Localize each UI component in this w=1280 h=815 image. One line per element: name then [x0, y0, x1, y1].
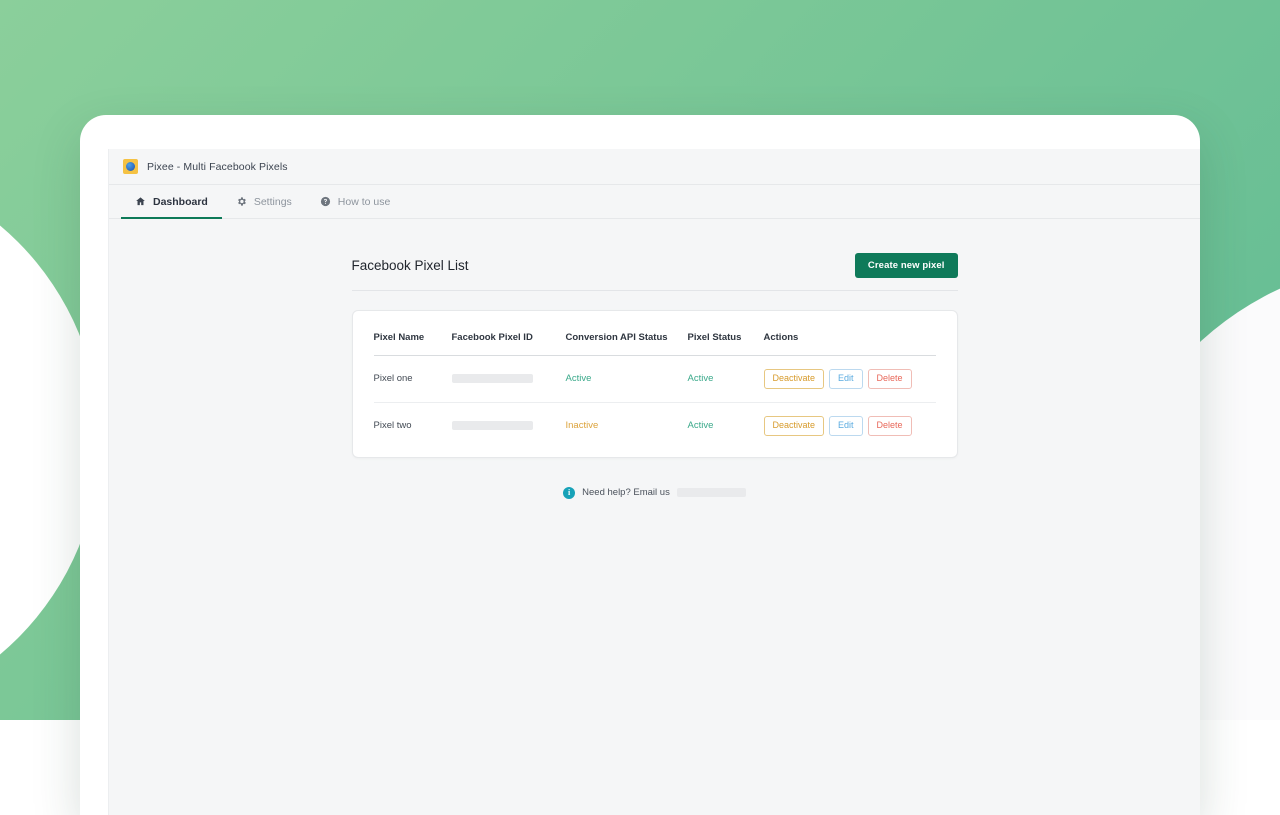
- cell-conversion-api-status: Inactive: [566, 402, 688, 456]
- tab-dashboard-label: Dashboard: [153, 196, 208, 208]
- cell-facebook-pixel-id: [452, 402, 566, 456]
- cell-pixel-status: Active: [688, 356, 764, 403]
- delete-button[interactable]: Delete: [868, 416, 912, 436]
- pixee-app-icon: [123, 159, 138, 174]
- cell-facebook-pixel-id: [452, 356, 566, 403]
- table-row: Pixel one Active Active Deactivate Edit: [374, 356, 936, 403]
- info-icon: i: [563, 487, 575, 499]
- delete-button[interactable]: Delete: [868, 369, 912, 389]
- page-content: Facebook Pixel List Create new pixel Pix…: [109, 220, 1200, 815]
- cell-pixel-status: Active: [688, 402, 764, 456]
- page-title: Facebook Pixel List: [352, 258, 469, 273]
- table-header-row: Pixel Name Facebook Pixel ID Conversion …: [374, 311, 936, 356]
- deactivate-button[interactable]: Deactivate: [764, 369, 825, 389]
- column-header-pixel-status: Pixel Status: [688, 311, 764, 356]
- help-footer: i Need help? Email us: [352, 487, 958, 499]
- column-header-facebook-pixel-id: Facebook Pixel ID: [452, 311, 566, 356]
- redacted-pixel-id: [452, 374, 533, 383]
- gear-icon: [236, 196, 247, 207]
- table-row: Pixel two Inactive Active Deactivate Ed: [374, 402, 936, 456]
- cell-actions: Deactivate Edit Delete: [764, 402, 936, 456]
- app-window: Pixee - Multi Facebook Pixels Dashboard: [80, 115, 1200, 815]
- app-window-content: Pixee - Multi Facebook Pixels Dashboard: [108, 149, 1200, 815]
- edit-button[interactable]: Edit: [829, 416, 863, 436]
- tab-dashboard[interactable]: Dashboard: [121, 185, 222, 218]
- row-action-group: Deactivate Edit Delete: [764, 416, 936, 436]
- deactivate-button[interactable]: Deactivate: [764, 416, 825, 436]
- page-header: Facebook Pixel List Create new pixel: [352, 253, 958, 291]
- tab-settings-label: Settings: [254, 196, 292, 208]
- tab-how-to-use[interactable]: How to use: [306, 185, 405, 218]
- help-text: Need help? Email us: [582, 487, 670, 498]
- pixel-list-page: Facebook Pixel List Create new pixel Pix…: [352, 220, 958, 499]
- column-header-actions: Actions: [764, 311, 936, 356]
- create-new-pixel-button[interactable]: Create new pixel: [855, 253, 958, 278]
- redacted-support-email[interactable]: [677, 488, 746, 497]
- question-mark-icon: [320, 196, 331, 207]
- pixel-table: Pixel Name Facebook Pixel ID Conversion …: [374, 311, 936, 457]
- app-titlebar: Pixee - Multi Facebook Pixels: [109, 149, 1200, 185]
- pixee-app-icon-glyph: [126, 162, 135, 171]
- tabbar: Dashboard Settings How to use: [109, 185, 1200, 219]
- cell-conversion-api-status: Active: [566, 356, 688, 403]
- cell-pixel-name: Pixel two: [374, 402, 452, 456]
- column-header-pixel-name: Pixel Name: [374, 311, 452, 356]
- home-icon: [135, 196, 146, 207]
- pixel-table-head: Pixel Name Facebook Pixel ID Conversion …: [374, 311, 936, 356]
- cell-pixel-name: Pixel one: [374, 356, 452, 403]
- cell-actions: Deactivate Edit Delete: [764, 356, 936, 403]
- tab-how-to-use-label: How to use: [338, 196, 391, 208]
- app-title: Pixee - Multi Facebook Pixels: [147, 161, 288, 173]
- redacted-pixel-id: [452, 421, 533, 430]
- edit-button[interactable]: Edit: [829, 369, 863, 389]
- tab-settings[interactable]: Settings: [222, 185, 306, 218]
- pixel-list-card: Pixel Name Facebook Pixel ID Conversion …: [352, 310, 958, 458]
- row-action-group: Deactivate Edit Delete: [764, 369, 936, 389]
- column-header-conversion-api-status: Conversion API Status: [566, 311, 688, 356]
- pixel-table-body: Pixel one Active Active Deactivate Edit: [374, 356, 936, 457]
